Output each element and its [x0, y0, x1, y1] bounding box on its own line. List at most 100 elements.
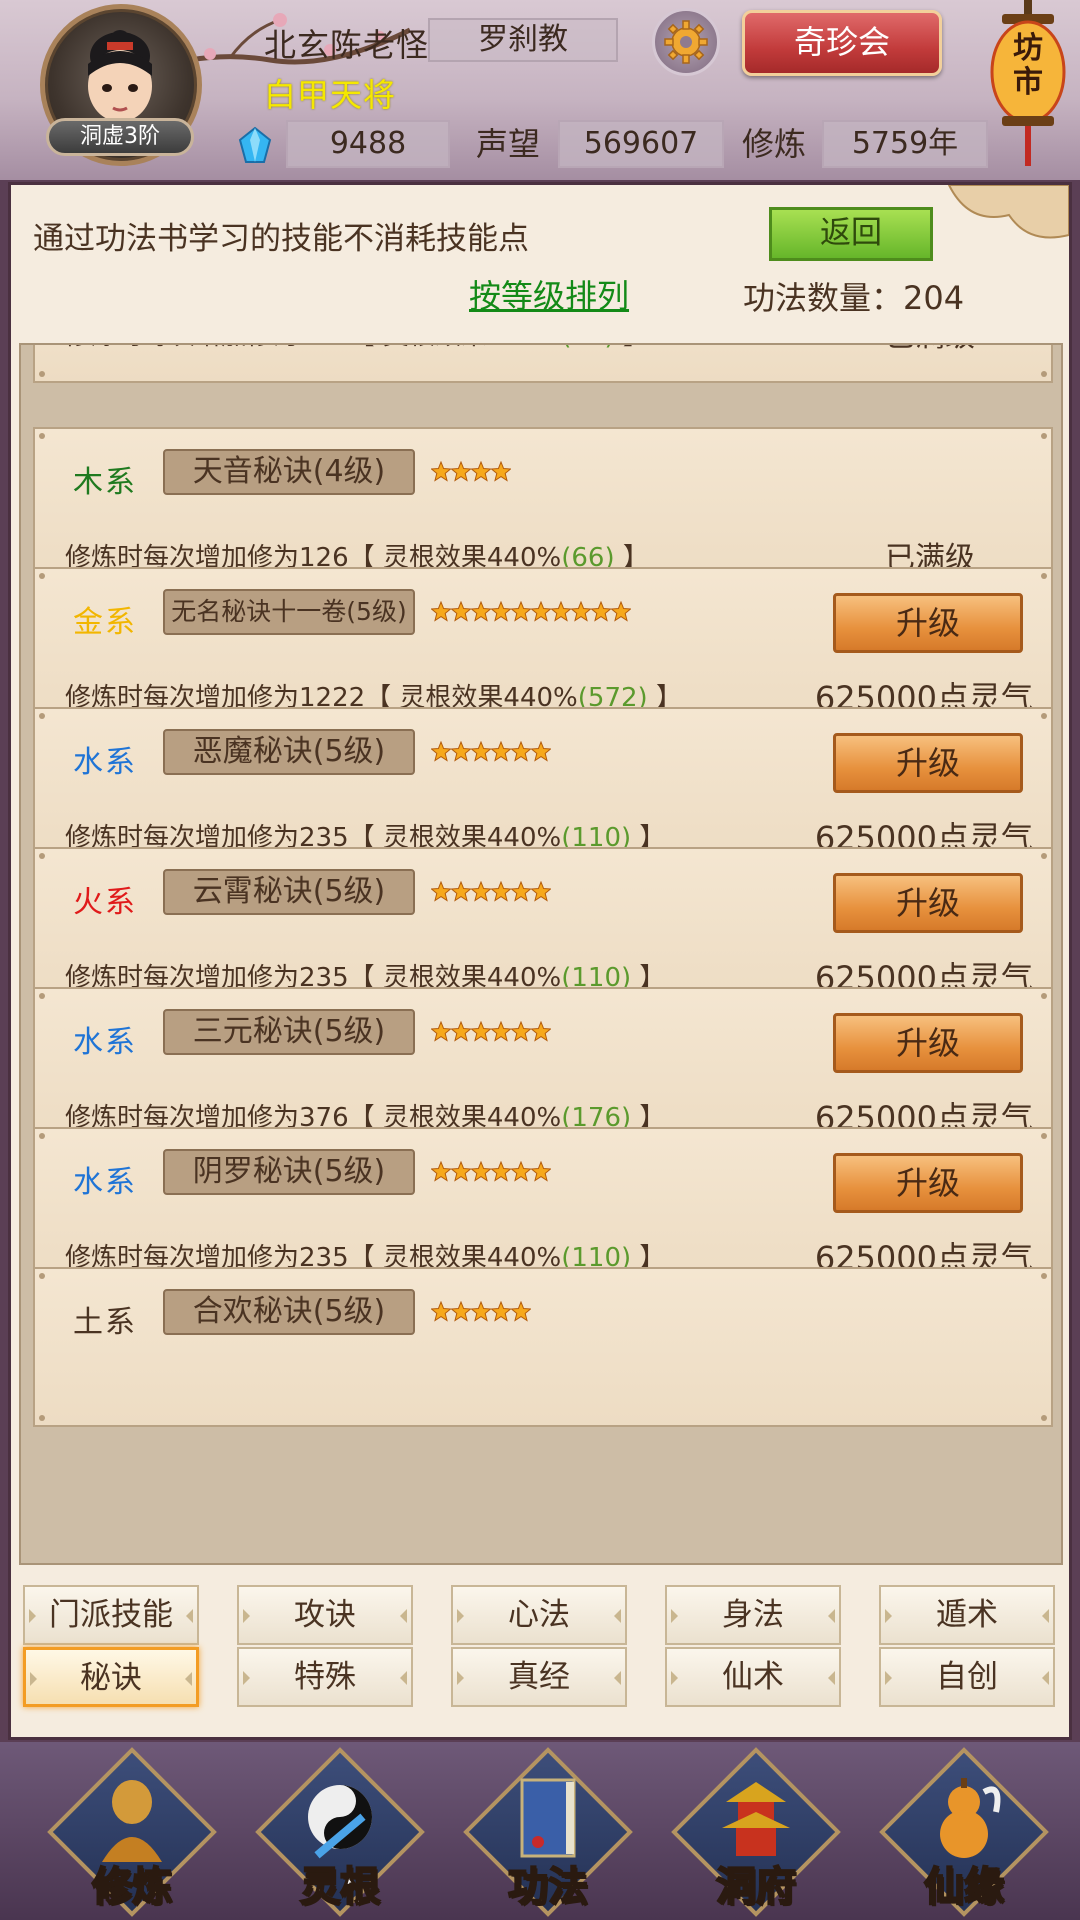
- tab-心法[interactable]: 心法: [451, 1585, 627, 1645]
- tab-真经[interactable]: 真经: [451, 1647, 627, 1707]
- upgrade-button[interactable]: 升级: [833, 733, 1023, 793]
- cultivation-label: 修炼: [742, 125, 807, 163]
- skill-element: 火系: [73, 885, 137, 920]
- tab-特殊[interactable]: 特殊: [237, 1647, 413, 1707]
- corner-rivet: [39, 433, 45, 439]
- skill-list[interactable]: 修炼时每次增加修为126【 灵根效果440%(66) 】 已满级木系天音秘诀(4级…: [19, 343, 1063, 1565]
- skill-name[interactable]: 天音秘诀(4级): [163, 449, 415, 495]
- back-button[interactable]: 返回: [769, 207, 933, 261]
- skill-star-rating: [430, 880, 552, 905]
- corner-rivet: [39, 1133, 45, 1139]
- upgrade-button[interactable]: 升级: [833, 1153, 1023, 1213]
- book-icon: [520, 1778, 576, 1858]
- tab-仙术[interactable]: 仙术: [665, 1647, 841, 1707]
- corner-rivet: [1041, 853, 1047, 859]
- skill-list-item[interactable]: 土系 合欢秘诀(5级): [33, 1267, 1053, 1427]
- skill-element: 金系: [73, 605, 137, 640]
- upgrade-button[interactable]: 升级: [833, 593, 1023, 653]
- skill-element: 水系: [73, 745, 137, 780]
- cloud-decoration: [947, 185, 1069, 239]
- skill-effect-text: 修炼时每次增加修为126【 灵根效果440%: [65, 345, 561, 351]
- skill-name[interactable]: 无名秘诀十一卷(5级): [163, 589, 415, 635]
- skill-star-rating: [430, 1160, 552, 1185]
- skill-list-item[interactable]: 木系 天音秘诀(4级) 修炼时每次增加修为126【 灵根效果440%(66) 】已满…: [33, 427, 1053, 587]
- bottom-navigation: 修炼 灵根 功法 洞府 仙缘: [0, 1742, 1080, 1920]
- monk-icon: [102, 1780, 162, 1862]
- corner-rivet: [1041, 1415, 1047, 1421]
- sort-by-level-link[interactable]: 按等级排列: [469, 271, 629, 317]
- skill-star-rating: [430, 1300, 532, 1325]
- pagoda-icon: [722, 1782, 790, 1856]
- skill-star-rating: [430, 740, 552, 765]
- tab-身法[interactable]: 身法: [665, 1585, 841, 1645]
- corner-rivet: [39, 1273, 45, 1279]
- settings-button[interactable]: [652, 8, 720, 76]
- skill-star-rating: [430, 460, 512, 485]
- skill-list-item[interactable]: 水系 三元秘诀(5级) 修炼时每次增加修为376【 灵根效果440%(176) 】升…: [33, 987, 1053, 1147]
- corner-rivet: [39, 993, 45, 999]
- skill-count: 功法数量：204: [743, 279, 965, 317]
- tab-门派技能[interactable]: 门派技能: [23, 1585, 199, 1645]
- skill-element: 水系: [73, 1025, 137, 1060]
- corner-rivet: [1041, 433, 1047, 439]
- corner-rivet: [39, 371, 45, 377]
- tab-秘诀[interactable]: 秘诀: [23, 1647, 199, 1707]
- nav-label: 仙缘: [923, 1863, 1005, 1911]
- skill-effect-suffix: 】: [615, 345, 649, 351]
- upgrade-button[interactable]: 升级: [833, 1013, 1023, 1073]
- yinyang-sword-icon: [308, 1785, 372, 1859]
- nav-修炼[interactable]: 修炼: [47, 1747, 217, 1917]
- skill-book-notice: 通过功法书学习的技能不消耗技能点: [33, 221, 529, 257]
- corner-rivet: [1041, 1133, 1047, 1139]
- skill-name[interactable]: 阴罗秘诀(5级): [163, 1149, 415, 1195]
- corner-rivet: [39, 853, 45, 859]
- skill-list-item[interactable]: 修炼时每次增加修为126【 灵根效果440%(66) 】 已满级: [33, 345, 1053, 383]
- tab-自创[interactable]: 自创: [879, 1647, 1055, 1707]
- nav-灵根[interactable]: 灵根: [255, 1747, 425, 1917]
- nav-功法[interactable]: 功法: [463, 1747, 633, 1917]
- nav-洞府[interactable]: 洞府: [671, 1747, 841, 1917]
- skill-list-item[interactable]: 水系 恶魔秘诀(5级) 修炼时每次增加修为235【 灵根效果440%(110) 】升…: [33, 707, 1053, 867]
- skills-panel: 通过功法书学习的技能不消耗技能点 返回 按等级排列 功法数量：204 修炼时每次…: [8, 182, 1072, 1740]
- gem-count: 9488: [286, 120, 450, 168]
- corner-rivet: [39, 1415, 45, 1421]
- corner-rivet: [1041, 713, 1047, 719]
- skill-element: 木系: [73, 465, 137, 500]
- market-lantern-label: 坊市: [1013, 31, 1043, 100]
- spirit-gem-icon: [238, 126, 272, 163]
- nav-仙缘[interactable]: 仙缘: [879, 1747, 1049, 1917]
- gourd-icon: [940, 1778, 1001, 1858]
- corner-rivet: [1041, 1273, 1047, 1279]
- gear-icon: [664, 20, 708, 64]
- skill-list-item[interactable]: 水系 阴罗秘诀(5级) 修炼时每次增加修为235【 灵根效果440%(110) 】升…: [33, 1127, 1053, 1287]
- nav-label: 灵根: [299, 1863, 381, 1911]
- tab-遁术[interactable]: 遁术: [879, 1585, 1055, 1645]
- player-name: 北玄陈老怪: [264, 26, 430, 64]
- tab-攻诀[interactable]: 攻诀: [237, 1585, 413, 1645]
- skill-name[interactable]: 云霄秘诀(5级): [163, 869, 415, 915]
- skill-name[interactable]: 三元秘诀(5级): [163, 1009, 415, 1055]
- skill-name[interactable]: 恶魔秘诀(5级): [163, 729, 415, 775]
- skill-name[interactable]: 合欢秘诀(5级): [163, 1289, 415, 1335]
- nav-label: 修炼: [91, 1863, 173, 1911]
- skill-list-item[interactable]: 火系 云霄秘诀(5级) 修炼时每次增加修为235【 灵根效果440%(110) 】升…: [33, 847, 1053, 1007]
- skill-list-item[interactable]: 金系 无名秘诀十一卷(5级) 修炼时每次增加修为1222【 灵根效果440%(572…: [33, 567, 1053, 727]
- skill-star-rating: [430, 600, 632, 625]
- player-title: 白甲天将: [264, 76, 397, 114]
- upgrade-button[interactable]: 升级: [833, 873, 1023, 933]
- cultivation-years: 5759年: [822, 120, 988, 168]
- top-bar: 洞虚3阶 北玄陈老怪 罗刹教 白甲天将 奇珍会 坊市 9488 声望 56960…: [0, 0, 1080, 180]
- skill-bonus-value: (66): [561, 345, 614, 351]
- skill-description: 修炼时每次增加修为126【 灵根效果440%(66) 】: [65, 345, 649, 352]
- treasure-auction-button[interactable]: 奇珍会: [742, 10, 942, 76]
- market-lantern-button[interactable]: 坊市: [988, 0, 1068, 170]
- reputation-value: 569607: [558, 120, 724, 168]
- nav-label: 功法: [507, 1863, 589, 1911]
- corner-rivet: [1041, 371, 1047, 377]
- corner-rivet: [1041, 573, 1047, 579]
- skill-element: 水系: [73, 1165, 137, 1200]
- corner-rivet: [39, 713, 45, 719]
- reputation-label: 声望: [476, 125, 541, 163]
- corner-rivet: [1041, 993, 1047, 999]
- max-level-status: 已满级: [885, 345, 975, 355]
